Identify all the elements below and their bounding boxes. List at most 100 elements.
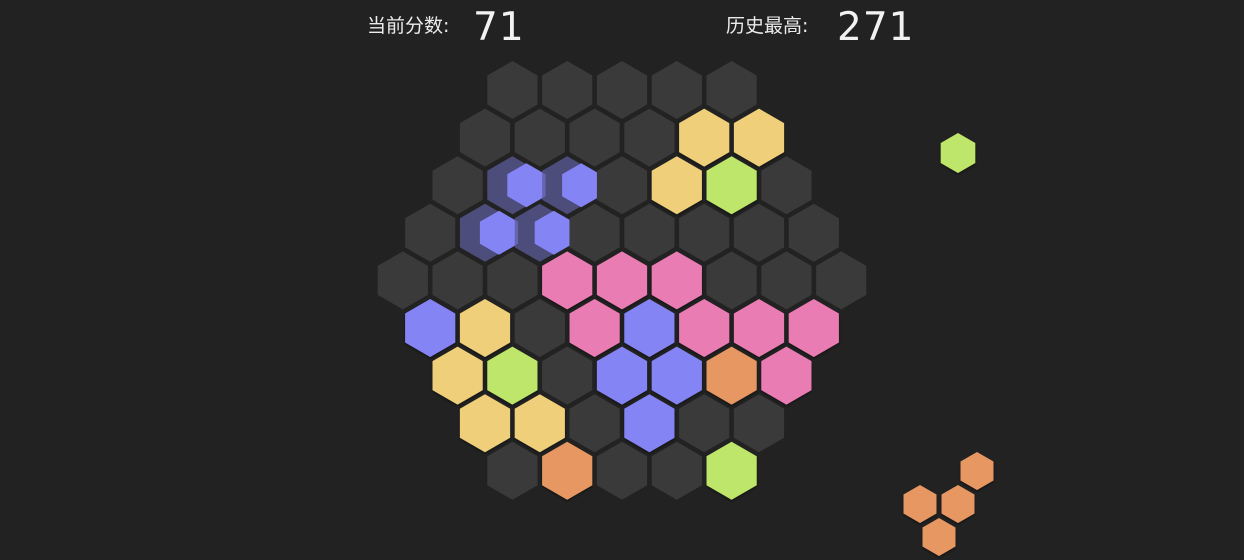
hex-cell[interactable] [487, 156, 546, 215]
hex-cell[interactable] [733, 299, 785, 357]
hex-cell[interactable] [487, 61, 538, 119]
pink-hex [542, 251, 593, 310]
hex-cell[interactable] [514, 203, 573, 262]
hex-cell[interactable] [816, 251, 867, 310]
next-piece-green-single[interactable] [940, 133, 976, 173]
hex-cell[interactable] [706, 61, 757, 119]
hex-cell[interactable] [569, 108, 620, 167]
empty-hex [377, 251, 428, 310]
hex-cell[interactable] [596, 156, 648, 215]
green-hex [940, 133, 976, 173]
pink-hex [569, 299, 620, 357]
orange-hex [542, 441, 593, 500]
hex-cell[interactable] [651, 251, 702, 310]
hex-cell[interactable] [596, 61, 648, 119]
yellow-hex [459, 394, 511, 453]
hex-cell[interactable] [679, 299, 730, 357]
hex-cell[interactable] [706, 441, 757, 500]
blue-hex [405, 299, 456, 357]
empty-hex [432, 156, 483, 215]
hex-cell[interactable] [651, 156, 702, 215]
hex-cell[interactable] [487, 251, 538, 310]
blue-hex [651, 346, 702, 405]
hex-cell[interactable] [706, 346, 757, 405]
empty-hex [788, 203, 839, 262]
empty-hex [761, 251, 812, 310]
hex-cell[interactable] [542, 346, 593, 405]
hex-cell[interactable] [733, 108, 785, 167]
hex-cell[interactable] [761, 156, 812, 215]
orange-hex [922, 518, 956, 556]
hex-cell[interactable] [624, 299, 675, 357]
pink-hex [761, 346, 812, 405]
hex-cell[interactable] [542, 61, 593, 119]
empty-hex [514, 108, 565, 167]
green-hex [487, 346, 538, 405]
hex-cell[interactable] [679, 108, 730, 167]
empty-hex [459, 108, 511, 167]
hex-cell[interactable] [761, 346, 812, 405]
hex-cell[interactable] [761, 251, 812, 310]
hex-cell[interactable] [596, 346, 648, 405]
hex-cell[interactable] [432, 346, 483, 405]
hex-cell[interactable] [679, 394, 730, 453]
hex-cell[interactable] [542, 251, 593, 310]
hex-cell[interactable] [432, 156, 483, 215]
yellow-hex [432, 346, 483, 405]
orange-hex [706, 346, 757, 405]
hex-cell[interactable] [679, 203, 730, 262]
hex-cell[interactable] [569, 203, 620, 262]
pink-hex [651, 251, 702, 310]
hex-cell[interactable] [459, 299, 511, 357]
empty-hex [706, 61, 757, 119]
empty-hex [733, 394, 785, 453]
hex-cell[interactable] [487, 441, 538, 500]
yellow-hex [514, 394, 565, 453]
hex-cell[interactable] [596, 251, 648, 310]
hex-cell[interactable] [487, 346, 538, 405]
yellow-hex [459, 299, 511, 357]
hex-cell[interactable] [432, 251, 483, 310]
hex-cell[interactable] [459, 203, 519, 262]
hex-cell[interactable] [514, 394, 565, 453]
hex-cell[interactable] [569, 394, 620, 453]
hex-cell[interactable] [706, 156, 757, 215]
hex-cell[interactable] [377, 251, 428, 310]
hex-cell[interactable] [596, 441, 648, 500]
blue-hex [624, 394, 675, 453]
hex-cell[interactable] [651, 346, 702, 405]
yellow-hex [651, 156, 702, 215]
hex-cell[interactable] [788, 299, 839, 357]
empty-hex [542, 346, 593, 405]
empty-hex [624, 108, 675, 167]
blue-hex [624, 299, 675, 357]
next-piece-orange-four[interactable] [903, 452, 994, 556]
hex-cell[interactable] [514, 299, 565, 357]
hex-cell[interactable] [733, 203, 785, 262]
hex-cell[interactable] [459, 394, 511, 453]
orange-hex [903, 485, 937, 523]
game-canvas[interactable] [0, 0, 1244, 560]
piece-tray[interactable] [903, 133, 994, 556]
empty-hex [651, 61, 702, 119]
empty-hex [733, 203, 785, 262]
hex-cell[interactable] [788, 203, 839, 262]
hex-cell[interactable] [569, 299, 620, 357]
empty-hex [405, 203, 456, 262]
hex-cell[interactable] [624, 203, 675, 262]
hex-board[interactable] [377, 61, 867, 500]
hex-cell[interactable] [733, 394, 785, 453]
hex-cell[interactable] [651, 441, 702, 500]
hex-cell[interactable] [514, 108, 565, 167]
hex-cell[interactable] [624, 394, 675, 453]
hex-cell[interactable] [405, 299, 456, 357]
hex-cell[interactable] [651, 61, 702, 119]
hex-cell[interactable] [542, 441, 593, 500]
hex-cell[interactable] [542, 156, 601, 215]
hex-cell[interactable] [405, 203, 456, 262]
hex-cell[interactable] [459, 108, 511, 167]
empty-hex [487, 441, 538, 500]
empty-hex [624, 203, 675, 262]
hex-cell[interactable] [624, 108, 675, 167]
hex-cell[interactable] [706, 251, 757, 310]
